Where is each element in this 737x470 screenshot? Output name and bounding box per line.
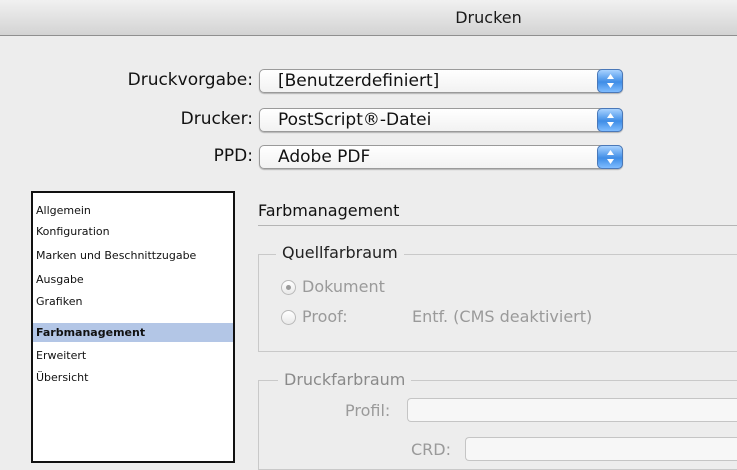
- ppd-value: Adobe PDF: [278, 147, 371, 167]
- window-title: Drucken: [455, 8, 522, 27]
- list-item-farbmanagement[interactable]: Farbmanagement: [33, 323, 233, 342]
- drucker-popup[interactable]: PostScript®-Datei: [259, 108, 623, 132]
- popup-arrows-icon: [597, 69, 623, 93]
- quellfarbraum-title: Quellfarbraum: [276, 243, 404, 262]
- drucker-label: Drucker:: [180, 109, 253, 129]
- druckvorgabe-label: Druckvorgabe:: [127, 70, 253, 90]
- quellfarbraum-group: [258, 254, 737, 352]
- profil-popup[interactable]: [407, 398, 737, 422]
- panel-title: Farbmanagement: [258, 201, 400, 220]
- druckfarbraum-title: Druckfarbraum: [278, 370, 412, 389]
- proof-label: Proof:: [302, 307, 348, 326]
- dokument-label: Dokument: [302, 277, 385, 296]
- list-item-konfiguration[interactable]: Konfiguration: [33, 222, 233, 241]
- crd-popup[interactable]: [465, 437, 737, 461]
- profil-label: Profil:: [345, 401, 391, 420]
- ppd-label: PPD:: [213, 146, 253, 166]
- crd-label: CRD:: [411, 440, 451, 459]
- title-bar: Drucken: [0, 0, 737, 36]
- popup-arrows-icon: [597, 145, 623, 169]
- drucker-value: PostScript®-Datei: [278, 110, 432, 130]
- list-item-grafiken[interactable]: Grafiken: [33, 292, 233, 311]
- list-item-uebersicht[interactable]: Übersicht: [33, 368, 233, 387]
- list-item-marken[interactable]: Marken und Beschnittzugabe: [33, 246, 233, 265]
- list-item-allgemein[interactable]: Allgemein: [33, 201, 233, 220]
- list-item-ausgabe[interactable]: Ausgabe: [33, 270, 233, 289]
- panel-divider: [258, 225, 737, 226]
- druckvorgabe-value: [Benutzerdefiniert]: [278, 71, 440, 91]
- category-list[interactable]: Allgemein Konfiguration Marken und Besch…: [31, 191, 235, 463]
- dokument-radio[interactable]: [281, 280, 296, 295]
- proof-radio[interactable]: [281, 310, 296, 325]
- list-item-erweitert[interactable]: Erweitert: [33, 346, 233, 365]
- proof-value: Entf. (CMS deaktiviert): [412, 307, 593, 326]
- popup-arrows-icon: [597, 108, 623, 132]
- druckvorgabe-popup[interactable]: [Benutzerdefiniert]: [259, 69, 623, 93]
- ppd-popup[interactable]: Adobe PDF: [259, 145, 623, 169]
